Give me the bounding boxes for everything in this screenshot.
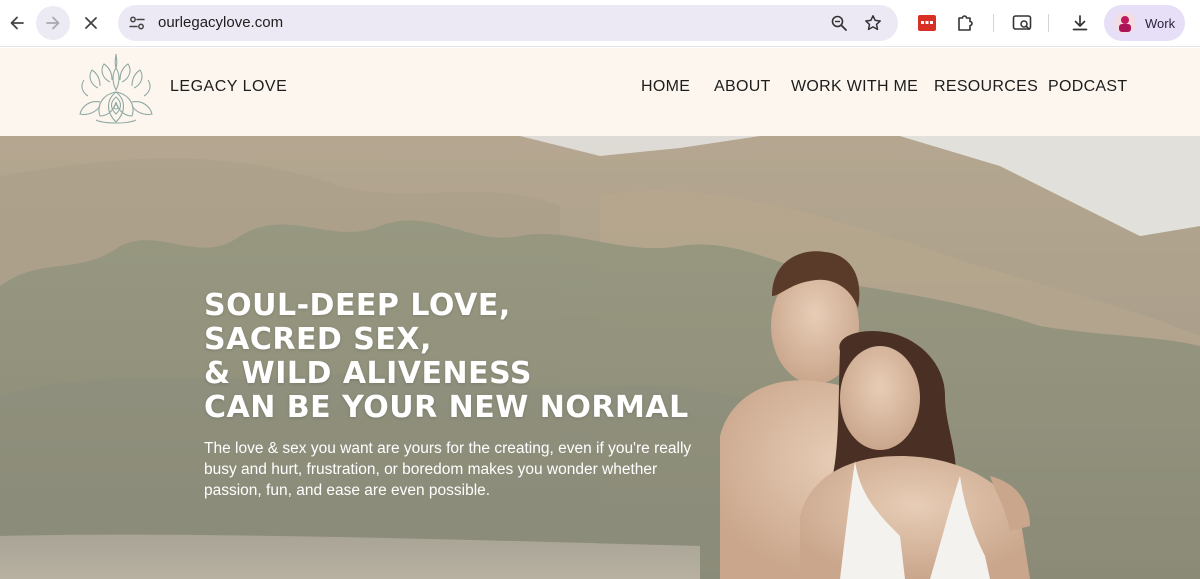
forward-arrow-icon (46, 16, 60, 30)
download-icon (1072, 15, 1088, 31)
hero-subtext: The love & sex you want are yours for th… (204, 440, 692, 499)
lotus-logo-icon[interactable] (76, 52, 156, 128)
bookmark-button[interactable] (863, 13, 883, 33)
hero-section: SOUL-DEEP LOVE, SACRED SEX, & WILD ALIVE… (0, 136, 1200, 579)
back-arrow-icon (10, 16, 24, 30)
tab-search-icon (1012, 15, 1032, 30)
extensions-button[interactable] (954, 12, 976, 34)
site-header: LEGACY LOVE HOME ABOUT WORK WITH ME RESO… (0, 48, 1200, 136)
address-bar[interactable]: ourlegacylove.com (118, 5, 898, 41)
headline-line: SOUL-DEEP LOVE, (204, 288, 511, 323)
url-text[interactable]: ourlegacylove.com (158, 14, 283, 31)
profile-label: Work (1145, 15, 1176, 31)
zoom-button[interactable] (829, 13, 849, 33)
tab-search-button[interactable] (1011, 12, 1033, 34)
zoom-icon (831, 15, 847, 31)
stop-loading-button[interactable] (74, 6, 108, 40)
site-info-icon[interactable] (128, 14, 146, 32)
toolbar-divider (993, 14, 994, 32)
nav-podcast[interactable]: PODCAST (1048, 78, 1127, 96)
headline-line: SACRED SEX, (204, 322, 432, 357)
brand-name[interactable]: LEGACY LOVE (170, 78, 287, 96)
headline-line: & WILD ALIVENESS (204, 356, 532, 391)
download-button[interactable] (1069, 12, 1091, 34)
forward-button[interactable] (36, 6, 70, 40)
bookmark-star-icon (865, 15, 881, 31)
nav-home[interactable]: HOME (641, 78, 690, 96)
nav-work-with-me[interactable]: WORK WITH ME (791, 78, 918, 96)
toolbar-divider (1048, 14, 1049, 32)
profile-avatar-icon (1114, 12, 1136, 34)
profile-button[interactable]: Work (1104, 5, 1185, 41)
headline-line: CAN BE YOUR NEW NORMAL (204, 390, 689, 425)
extension-red-icon (918, 15, 936, 31)
nav-about[interactable]: ABOUT (714, 78, 771, 96)
nav-resources[interactable]: RESOURCES (934, 78, 1038, 96)
extension-red-button[interactable] (916, 12, 938, 34)
back-button[interactable] (0, 6, 34, 40)
stop-icon (85, 17, 97, 29)
browser-toolbar: ourlegacylove.com Work (0, 0, 1200, 47)
hero-headline: SOUL-DEEP LOVE, SACRED SEX, & WILD ALIVE… (204, 289, 689, 425)
extensions-puzzle-icon (958, 15, 973, 31)
